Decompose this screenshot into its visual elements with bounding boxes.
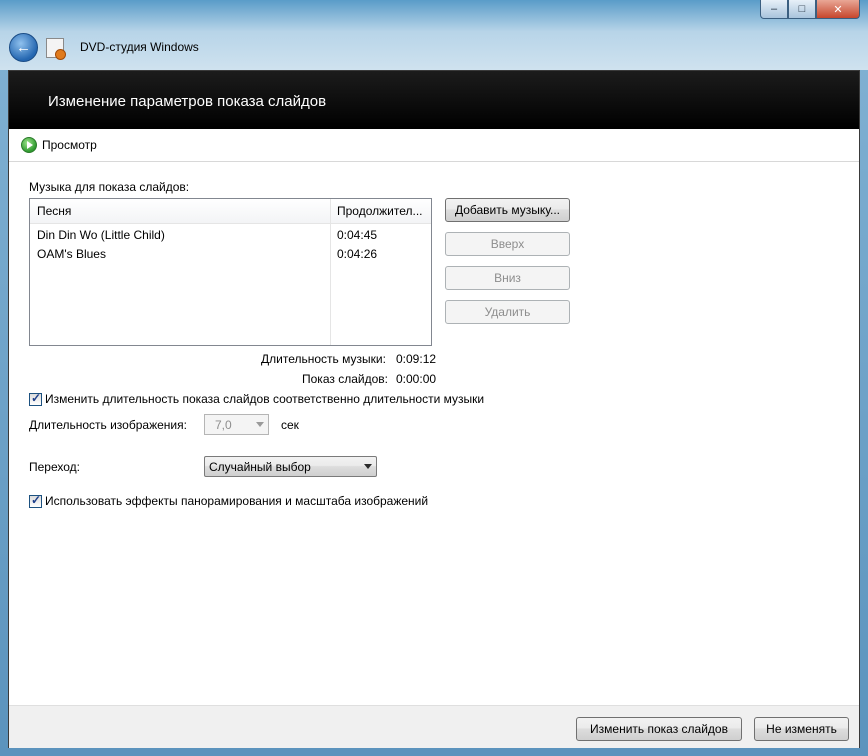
transition-dropdown[interactable]: Случайный выбор (204, 456, 377, 477)
minimize-button[interactable]: – (760, 0, 788, 19)
music-list-header: Песня Продолжител... (30, 199, 431, 224)
song-title: Din Din Wo (Little Child) (37, 228, 165, 242)
fit-to-music-checkbox[interactable] (29, 391, 42, 406)
list-item[interactable]: OAM's Blues 0:04:26 (30, 245, 431, 264)
column-song[interactable]: Песня (37, 204, 71, 218)
cancel-button[interactable]: Не изменять (754, 717, 849, 741)
footer-bar: Изменить показ слайдов Не изменять (9, 705, 859, 748)
minimize-icon: – (770, 3, 778, 15)
back-arrow-icon: ← (16, 39, 31, 56)
dvd-studio-window: – □ ✕ ← DVD-студия Windows Изменение пар… (0, 0, 868, 756)
preview-button[interactable]: Просмотр (21, 137, 97, 153)
title-bar: – □ ✕ ← DVD-студия Windows (0, 0, 868, 70)
page-header: Изменение параметров показа слайдов (9, 71, 859, 130)
toolbar: Просмотр (9, 129, 859, 162)
transition-label: Переход: (29, 460, 80, 474)
list-item[interactable]: Din Din Wo (Little Child) 0:04:45 (30, 226, 431, 245)
page-title: Изменение параметров показа слайдов (48, 93, 327, 110)
main-content: Изменение параметров показа слайдов Прос… (8, 70, 860, 748)
pan-zoom-label[interactable]: Использовать эффекты панорамирования и м… (45, 494, 428, 508)
maximize-button[interactable]: □ (788, 0, 816, 19)
music-duration-value: 0:09:12 (396, 352, 437, 366)
delete-button[interactable]: Удалить (445, 300, 570, 324)
image-duration-value: 7,0 (215, 418, 232, 432)
music-duration-label: Длительность музыки: (261, 352, 386, 366)
window-controls: – □ ✕ (760, 0, 860, 19)
dvd-studio-app-icon (46, 38, 66, 60)
preview-label: Просмотр (42, 138, 97, 152)
close-icon: ✕ (833, 3, 843, 16)
image-duration-combo[interactable]: 7,0 (204, 414, 269, 435)
fit-to-music-label[interactable]: Изменить длительность показа слайдов соо… (45, 392, 484, 406)
slideshow-duration-label: Показ слайдов: (302, 372, 388, 386)
move-up-button[interactable]: Вверх (445, 232, 570, 256)
song-duration: 0:04:26 (337, 247, 378, 261)
pan-zoom-checkbox[interactable] (29, 493, 42, 508)
chevron-down-icon (364, 464, 372, 469)
move-down-button[interactable]: Вниз (445, 266, 570, 290)
image-duration-label: Длительность изображения: (29, 418, 187, 432)
add-music-button[interactable]: Добавить музыку... (445, 198, 570, 222)
play-icon (21, 137, 37, 153)
close-button[interactable]: ✕ (816, 0, 860, 19)
maximize-icon: □ (798, 3, 806, 15)
back-button[interactable]: ← (9, 33, 38, 62)
slideshow-duration-value: 0:00:00 (396, 372, 437, 386)
image-duration-unit: сек (281, 418, 299, 432)
app-title: DVD-студия Windows (80, 40, 199, 54)
transition-value: Случайный выбор (209, 460, 311, 474)
song-duration: 0:04:45 (337, 228, 378, 242)
column-duration[interactable]: Продолжител... (337, 204, 423, 218)
apply-slideshow-button[interactable]: Изменить показ слайдов (576, 717, 742, 741)
song-title: OAM's Blues (37, 247, 106, 261)
column-divider (330, 199, 331, 345)
chevron-down-icon (256, 422, 264, 427)
music-section-label: Музыка для показа слайдов: (29, 180, 190, 194)
music-list[interactable]: Песня Продолжител... Din Din Wo (Little … (29, 198, 432, 346)
